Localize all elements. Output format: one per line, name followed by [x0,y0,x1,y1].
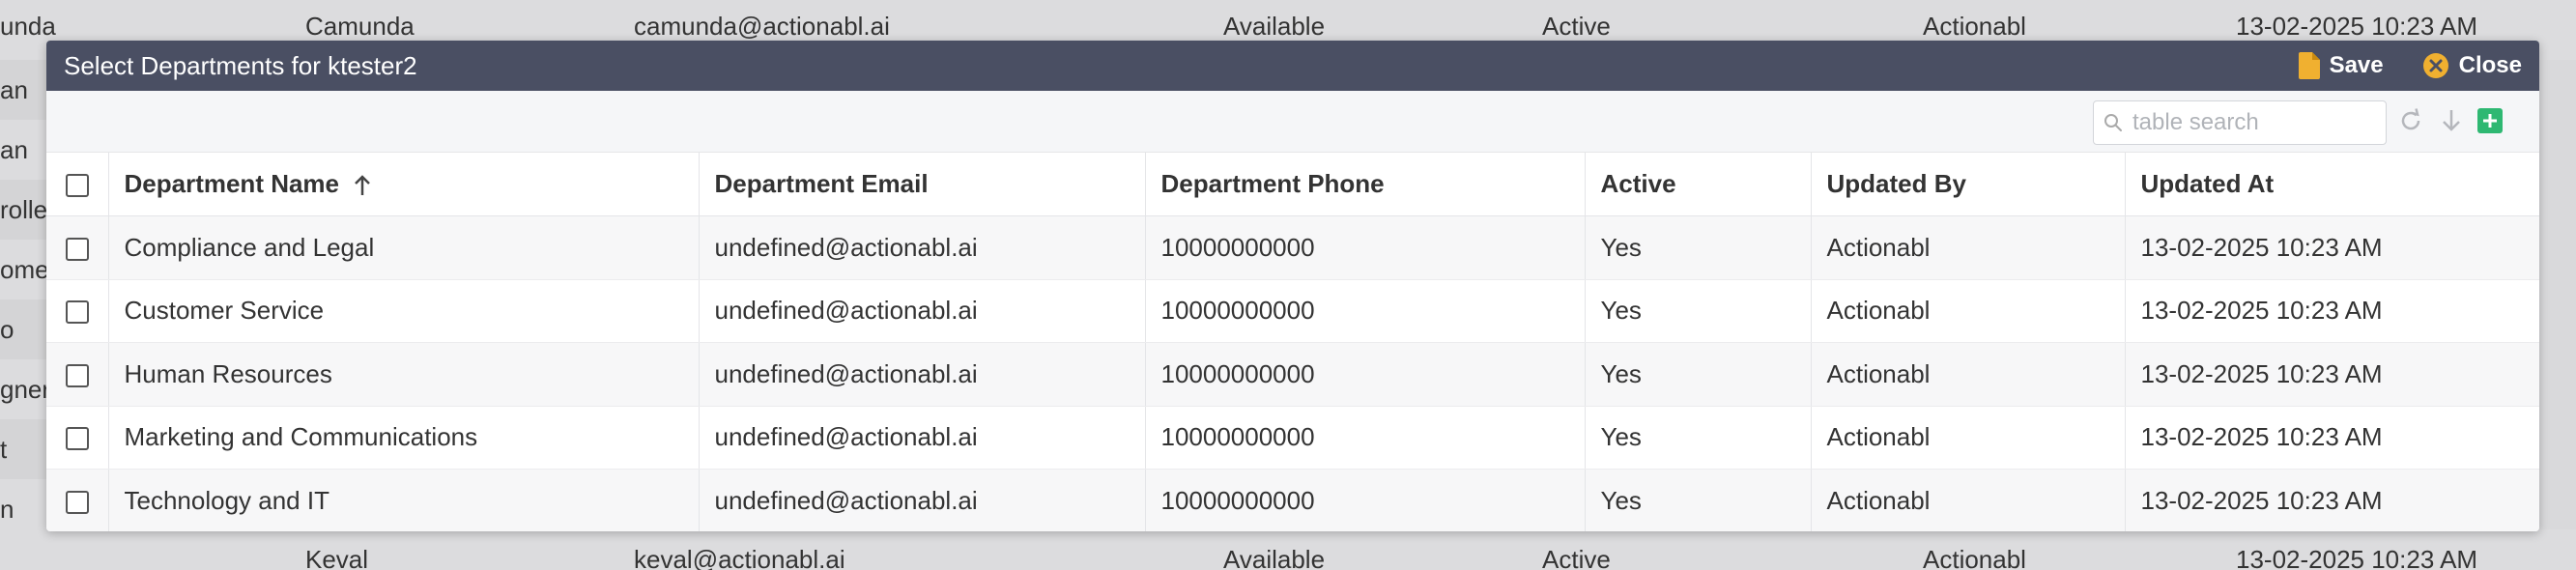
row-checkbox-cell [46,469,109,531]
row-checkbox[interactable] [65,490,89,514]
updated-at-cell: 13-02-2025 10:23 AM [2125,215,2539,280]
background-table-row: Keval keval@actionabl.ai Available Activ… [0,529,2576,570]
row-checkbox-cell [46,406,109,470]
dialog-title: Select Departments for ktester2 [64,50,417,80]
arrow-up-icon [355,175,370,196]
bg-cell: rolle [0,195,48,224]
table-search-input[interactable] [2132,109,2374,136]
department-name-cell: Marketing and Communications [108,406,700,470]
table-row[interactable]: Technology and IT undefined@actionabl.ai… [46,469,2539,531]
department-email-cell: undefined@actionabl.ai [699,406,1146,470]
active-cell: Yes [1585,469,1812,531]
bg-cell: unda [0,12,56,41]
active-cell: Yes [1585,406,1812,470]
updated-by-cell: Actionabl [1811,342,2126,407]
row-checkbox-cell [46,342,109,407]
department-name-cell: Technology and IT [108,469,700,531]
bg-cell: Actionabl [1923,545,2026,570]
dialog-header: Select Departments for ktester2 Save Clo… [46,41,2539,91]
document-icon [2298,52,2320,79]
active-cell: Yes [1585,342,1812,407]
bg-cell: Keval [305,545,369,570]
updated-at-cell: 13-02-2025 10:23 AM [2125,342,2539,407]
department-phone-cell: 10000000000 [1145,342,1586,407]
department-phone-cell: 10000000000 [1145,279,1586,343]
updated-by-cell: Actionabl [1811,215,2126,280]
plus-square-icon[interactable] [2477,108,2503,133]
updated-by-cell: Actionabl [1811,469,2126,531]
close-button[interactable]: Close [2422,52,2522,79]
column-header-updated-at[interactable]: Updated At [2125,153,2539,216]
updated-at-cell: 13-02-2025 10:23 AM [2125,406,2539,470]
row-checkbox[interactable] [65,363,89,387]
updated-by-cell: Actionabl [1811,406,2126,470]
bg-cell: t [0,435,8,464]
department-name-cell: Compliance and Legal [108,215,700,280]
updated-at-cell: 13-02-2025 10:23 AM [2125,469,2539,531]
column-header-department-phone[interactable]: Department Phone [1145,153,1586,216]
department-phone-cell: 10000000000 [1145,469,1586,531]
active-cell: Yes [1585,215,1812,280]
arrow-down-icon[interactable] [2440,108,2463,133]
row-checkbox-cell [46,279,109,343]
select-departments-dialog: Select Departments for ktester2 Save Clo… [46,41,2539,531]
bg-cell: Active [1542,12,1611,41]
department-phone-cell: 10000000000 [1145,215,1586,280]
bg-cell: omer [0,240,48,299]
column-header-department-email[interactable]: Department Email [699,153,1146,216]
close-circle-icon [2422,53,2448,78]
background-table-left-column: an an rolle omer o gner t n [0,60,48,529]
department-email-cell: undefined@actionabl.ai [699,469,1146,531]
bg-cell: o [0,315,14,344]
column-header-department-name[interactable]: Department Name [108,153,700,216]
save-label: Save [2329,52,2384,78]
active-cell: Yes [1585,279,1812,343]
updated-by-cell: Actionabl [1811,279,2126,343]
bg-cell: an [0,75,28,104]
bg-cell: keval@actionabl.ai [634,545,845,570]
close-label: Close [2458,52,2522,78]
save-button[interactable]: Save [2298,52,2384,79]
table-row[interactable]: Compliance and Legal undefined@actionabl… [46,215,2539,280]
bg-cell: Available [1223,12,1326,41]
bg-cell: Available [1223,545,1326,570]
department-email-cell: undefined@actionabl.ai [699,215,1146,280]
department-email-cell: undefined@actionabl.ai [699,279,1146,343]
bg-cell: an [0,120,48,180]
table-row[interactable]: Human Resources undefined@actionabl.ai 1… [46,342,2539,407]
row-checkbox-cell [46,215,109,280]
bg-cell: n [0,479,48,529]
refresh-icon[interactable] [2398,108,2423,133]
updated-at-cell: 13-02-2025 10:23 AM [2125,279,2539,343]
bg-cell: gner [0,359,48,419]
bg-cell: Camunda [305,12,415,41]
table-row[interactable]: Marketing and Communications undefined@a… [46,406,2539,470]
departments-table: Department Name Department Email Departm… [46,153,2539,531]
department-name-cell: Human Resources [108,342,700,407]
select-all-checkbox[interactable] [65,174,89,198]
select-all-cell [46,153,109,216]
table-toolbar [46,91,2539,153]
department-name-cell: Customer Service [108,279,700,343]
table-header-row: Department Name Department Email Departm… [46,153,2539,216]
bg-cell: Actionabl [1923,12,2026,41]
table-row[interactable]: Customer Service undefined@actionabl.ai … [46,279,2539,343]
department-email-cell: undefined@actionabl.ai [699,342,1146,407]
table-search-box[interactable] [2093,100,2387,145]
column-header-updated-by[interactable]: Updated By [1811,153,2126,216]
row-checkbox[interactable] [65,300,89,325]
bg-cell: camunda@actionabl.ai [634,12,890,41]
bg-cell: 13-02-2025 10:23 AM [2236,12,2478,41]
column-header-active[interactable]: Active [1585,153,1812,216]
row-checkbox[interactable] [65,237,89,261]
search-icon [2104,114,2122,131]
bg-cell: Active [1542,545,1611,570]
bg-cell: 13-02-2025 10:23 AM [2236,545,2478,570]
row-checkbox[interactable] [65,427,89,451]
department-phone-cell: 10000000000 [1145,406,1586,470]
